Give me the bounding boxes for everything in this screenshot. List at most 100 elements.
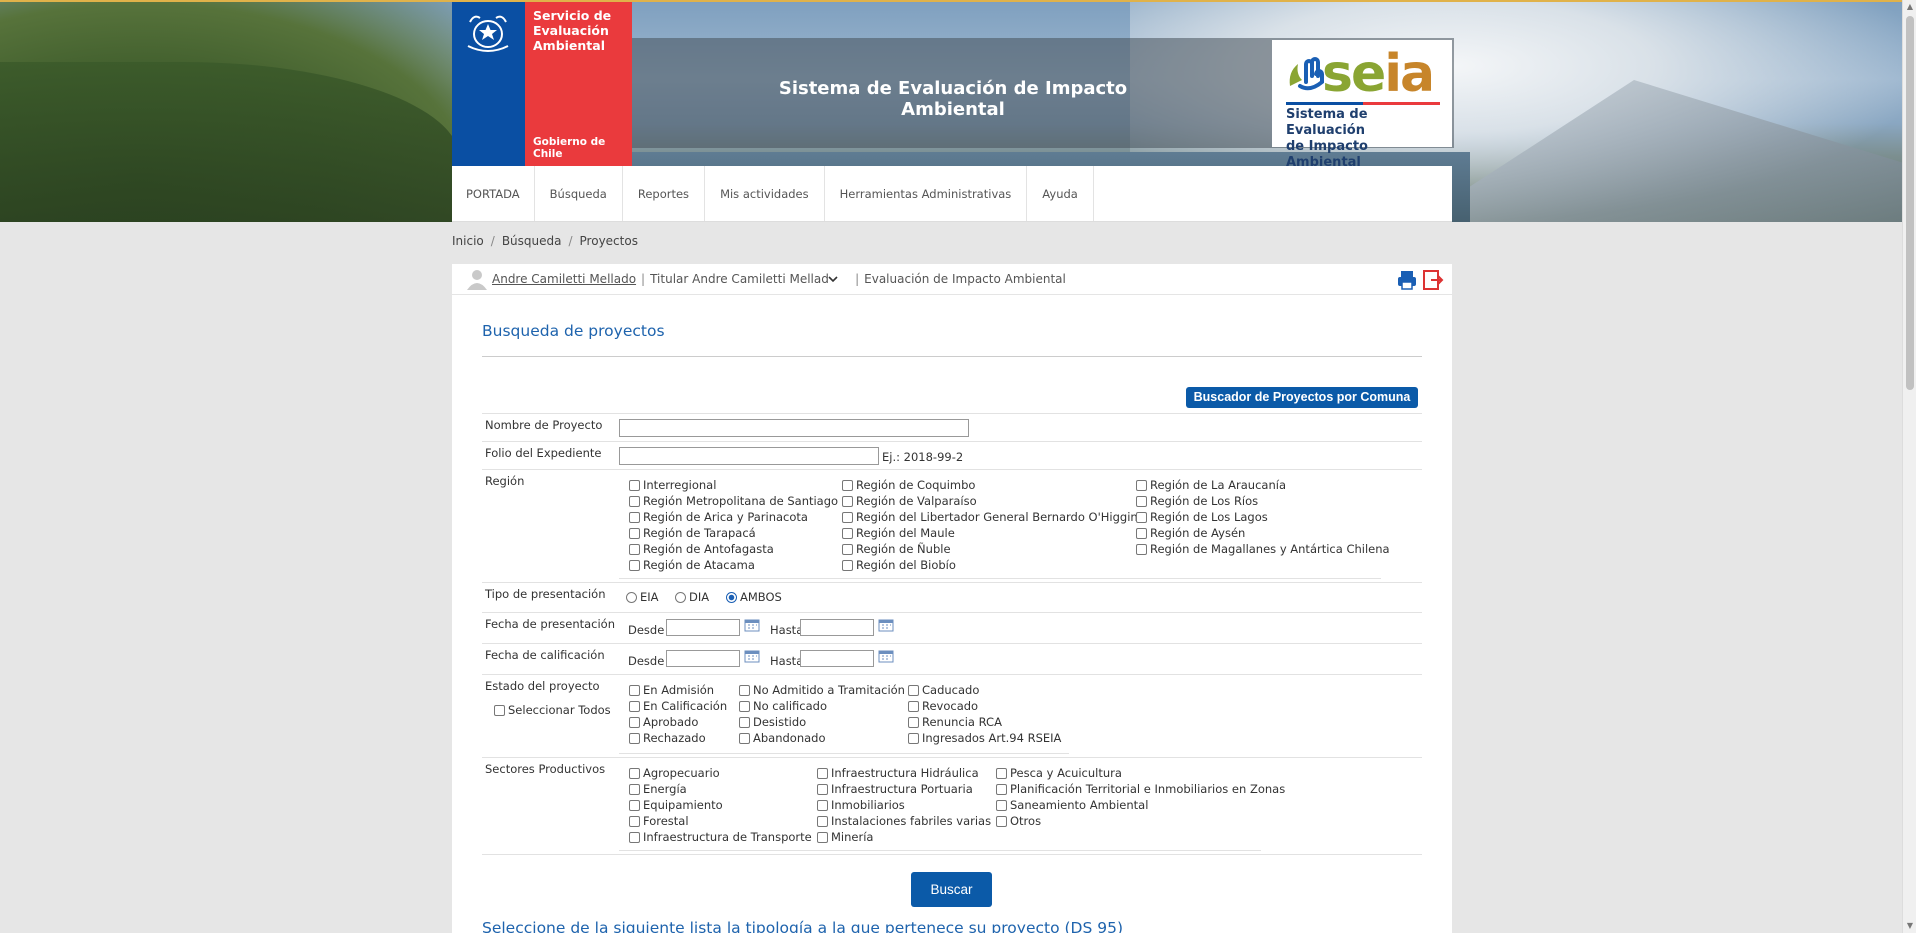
estado-checkbox[interactable]: En Calificación [629,699,727,713]
sector-checkbox[interactable]: Infraestructura Portuaria [817,782,973,796]
estado-label: No Admitido a Tramitación [753,683,905,697]
region-label: Región de Los Ríos [1150,494,1259,508]
region-checkbox[interactable]: Región de Antofagasta [629,542,774,556]
sector-label: Instalaciones fabriles varias [831,814,992,828]
fecha-calif-desde-input[interactable] [666,650,740,667]
tipo-ambos-radio[interactable]: AMBOS [726,590,782,604]
region-checkbox[interactable]: Región de Tarapacá [629,526,756,540]
region-checkbox[interactable]: Región de Atacama [629,558,755,572]
sector-checkbox[interactable]: Infraestructura de Transporte [629,830,812,844]
sector-checkbox[interactable]: Pesca y Acuicultura [996,766,1122,780]
calendar-icon[interactable] [744,618,760,632]
region-checkbox[interactable]: Región de Los Lagos [1136,510,1268,524]
nav-busqueda[interactable]: Búsqueda [535,166,623,221]
calendar-icon[interactable] [878,649,894,663]
region-label: Región de La Araucanía [1150,478,1286,492]
region-checkbox[interactable]: Región Metropolitana de Santiago [629,494,838,508]
estado-checkbox[interactable]: Revocado [908,699,978,713]
region-label: Región [485,474,525,488]
sector-checkbox[interactable]: Forestal [629,814,689,828]
estado-checkbox[interactable]: No calificado [739,699,827,713]
page-scrollbar[interactable]: ▲ ▼ [1902,0,1916,933]
context-label: Evaluación de Impacto Ambiental [864,272,1066,286]
region-label: Región de Los Lagos [1150,510,1268,524]
sector-checkbox[interactable]: Equipamiento [629,798,723,812]
region-checkbox[interactable]: Región de Coquimbo [842,478,975,492]
nombre-input[interactable] [619,419,969,437]
region-checkbox[interactable]: Región de Los Ríos [1136,494,1258,508]
nav-ayuda[interactable]: Ayuda [1027,166,1094,221]
tipo-eia-radio[interactable]: EIA [626,590,659,604]
nav-mis-actividades[interactable]: Mis actividades [705,166,825,221]
calendar-icon[interactable] [878,618,894,632]
estado-checkbox[interactable]: Renuncia RCA [908,715,1002,729]
region-checkbox[interactable]: Región del Libertador General Bernardo O… [842,510,1144,524]
print-icon[interactable] [1396,269,1418,291]
seia-logo[interactable]: seia Sistema de Evaluación de Impacto Am… [1272,40,1452,170]
estado-checkbox[interactable]: No Admitido a Tramitación [739,683,905,697]
folio-input[interactable] [619,447,879,465]
fecha-calif-desde-label: Desde [628,654,665,668]
estado-underline [619,753,1069,754]
estado-checkbox[interactable]: En Admisión [629,683,714,697]
estado-checkbox[interactable]: Caducado [908,683,979,697]
region-checkbox[interactable]: Región de Magallanes y Antártica Chilena [1136,542,1390,556]
sector-checkbox[interactable]: Minería [817,830,873,844]
gobierno-logo[interactable]: Servicio de Evaluación Ambiental Gobiern… [452,2,632,166]
region-label: Región de Valparaíso [856,494,977,508]
sector-checkbox[interactable]: Instalaciones fabriles varias [817,814,991,828]
fecha-pres-hasta-input[interactable] [800,619,874,636]
scroll-up-icon[interactable]: ▲ [1906,3,1914,11]
region-checkbox[interactable]: Región del Biobío [842,558,956,572]
calendar-icon[interactable] [744,649,760,663]
estado-checkbox[interactable]: Ingresados Art.94 RSEIA [908,731,1061,745]
row-nombre: Nombre de Proyecto [482,413,1422,441]
estado-checkbox[interactable]: Aprobado [629,715,698,729]
sector-checkbox[interactable]: Planificación Territorial e Inmobiliario… [996,782,1285,796]
logout-icon[interactable] [1422,269,1444,291]
estado-label: En Calificación [643,699,728,713]
buscar-button[interactable]: Buscar [911,872,992,907]
comuna-search-button[interactable]: Buscador de Proyectos por Comuna [1186,387,1418,408]
region-checkbox[interactable]: Región del Maule [842,526,955,540]
breadcrumb-busqueda[interactable]: Búsqueda [502,234,562,248]
fecha-pres-desde-input[interactable] [666,619,740,636]
breadcrumb-inicio[interactable]: Inicio [452,234,484,248]
sector-label: Forestal [643,814,689,828]
nav-portada[interactable]: PORTADA [452,166,535,221]
region-checkbox[interactable]: Región de Valparaíso [842,494,977,508]
estado-label: Renuncia RCA [922,715,1002,729]
fecha-calif-hasta-label: Hasta [770,654,804,668]
nav-herramientas[interactable]: Herramientas Administrativas [825,166,1028,221]
sector-checkbox[interactable]: Agropecuario [629,766,720,780]
sector-checkbox[interactable]: Energía [629,782,687,796]
fecha-calif-hasta-input[interactable] [800,650,874,667]
nav-reportes[interactable]: Reportes [623,166,706,221]
sector-checkbox[interactable]: Otros [996,814,1041,828]
estado-checkbox[interactable]: Desistido [739,715,806,729]
role-select[interactable]: Titular Andre Camiletti Mellado [650,272,850,286]
region-checkbox[interactable]: Interregional [629,478,716,492]
select-all-checkbox[interactable]: Seleccionar Todos [494,703,611,717]
tipo-dia-radio[interactable]: DIA [675,590,709,604]
sectores-underline [619,850,1261,851]
estado-checkbox[interactable]: Rechazado [629,731,706,745]
region-checkbox[interactable]: Región de Arica y Parinacota [629,510,808,524]
sector-label: Infraestructura Portuaria [831,782,973,796]
region-checkbox[interactable]: Región de Aysén [1136,526,1245,540]
region-label: Interregional [643,478,717,492]
user-bar: Andre Camiletti Mellado | Titular Andre … [452,264,1452,295]
sector-checkbox[interactable]: Saneamiento Ambiental [996,798,1148,812]
breadcrumb: Inicio / Búsqueda / Proyectos [452,234,638,248]
estado-checkbox[interactable]: Abandonado [739,731,826,745]
scroll-thumb[interactable] [1906,16,1914,390]
main-nav: PORTADA Búsqueda Reportes Mis actividade… [452,166,1452,222]
region-checkbox[interactable]: Región de Ñuble [842,542,951,556]
tipo-label: Tipo de presentación [485,587,606,601]
sector-checkbox[interactable]: Infraestructura Hidráulica [817,766,979,780]
scroll-down-icon[interactable]: ▼ [1906,922,1914,930]
user-name-link[interactable]: Andre Camiletti Mellado [492,272,636,286]
sectores-label: Sectores Productivos [485,762,606,776]
sector-checkbox[interactable]: Inmobiliarios [817,798,905,812]
region-checkbox[interactable]: Región de La Araucanía [1136,478,1286,492]
